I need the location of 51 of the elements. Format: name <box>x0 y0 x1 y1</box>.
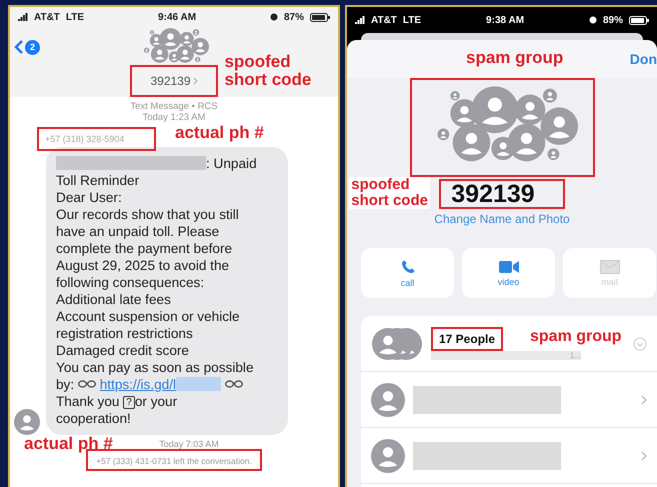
chevron-icon <box>641 394 647 404</box>
envelope-icon <box>600 260 620 274</box>
battery-percent: 87% <box>284 12 304 22</box>
group-avatar-icon <box>371 326 423 360</box>
alarm-icon <box>589 16 597 24</box>
contact-name[interactable]: 392139 <box>150 74 198 88</box>
signal-icon <box>18 13 28 21</box>
chevron-circle-icon <box>633 336 647 350</box>
message-text: : Unpaid Toll Reminder Dear User: Our records show that you still have an unpaid toll. Please complete the payment before August 29, 2025 to avoid the following consequences: Additional late fees Account suspension or vehicle registration restrictions Damaged credit score You can pay as soon as possible by: https://is.gd/l Thank you ? or your cooperation! <box>56 155 258 427</box>
annotation-label: spoofed short code <box>349 177 430 208</box>
avatar-icon <box>14 409 40 435</box>
video-camera-icon <box>498 260 518 274</box>
annotation-label: spoofed short code <box>223 53 312 89</box>
annotation-label: spam group <box>465 49 564 67</box>
group-title: 17 People <box>438 331 496 348</box>
back-button[interactable]: 2 <box>14 39 40 55</box>
glasses-icon <box>224 380 243 388</box>
signal-icon <box>355 16 365 24</box>
network-text: LTE <box>402 14 422 26</box>
avatar-icon <box>371 438 405 472</box>
battery-icon <box>310 12 330 22</box>
sender-number: +57 (318) 328-5904 <box>44 133 126 146</box>
video-action-button[interactable]: video <box>462 248 555 298</box>
annotation-label: spam group <box>529 329 623 346</box>
group-subtitle: 1... <box>431 351 581 360</box>
done-button[interactable]: Don <box>630 51 657 67</box>
unread-count-badge: 2 <box>25 40 40 54</box>
avatar-icon <box>371 382 405 416</box>
message-meta: Text Message • RCS <box>129 101 219 112</box>
alarm-icon <box>270 13 278 21</box>
battery-percent: 89% <box>603 14 624 26</box>
battery-icon <box>629 16 650 24</box>
status-time: 9:46 AM <box>158 12 196 22</box>
message-link[interactable]: https://is.gd/l <box>100 377 222 392</box>
network-text: LTE <box>66 12 84 22</box>
annotation-label: actual ph # <box>174 124 265 142</box>
chevron-icon <box>641 450 647 460</box>
change-name-photo-link[interactable]: Change Name and Photo <box>434 212 570 226</box>
glasses-icon <box>78 380 96 388</box>
conversation-event: +57 (333) 431-0731 left the conversation. <box>95 455 253 468</box>
carrier-text: AT&T <box>371 14 397 26</box>
annotation-label: actual ph # <box>23 435 114 453</box>
call-action-button[interactable]: call <box>361 248 454 298</box>
back-chevron-icon <box>14 39 24 55</box>
message-meta: Today 1:23 AM <box>142 112 206 123</box>
carrier-text: AT&T <box>34 12 60 22</box>
contact-name: 392139 <box>450 181 536 207</box>
phone-icon <box>400 258 416 274</box>
message-time: Today 7:03 AM <box>159 439 219 449</box>
chevron-icon <box>192 77 198 85</box>
status-time: 9:38 AM <box>486 14 524 26</box>
